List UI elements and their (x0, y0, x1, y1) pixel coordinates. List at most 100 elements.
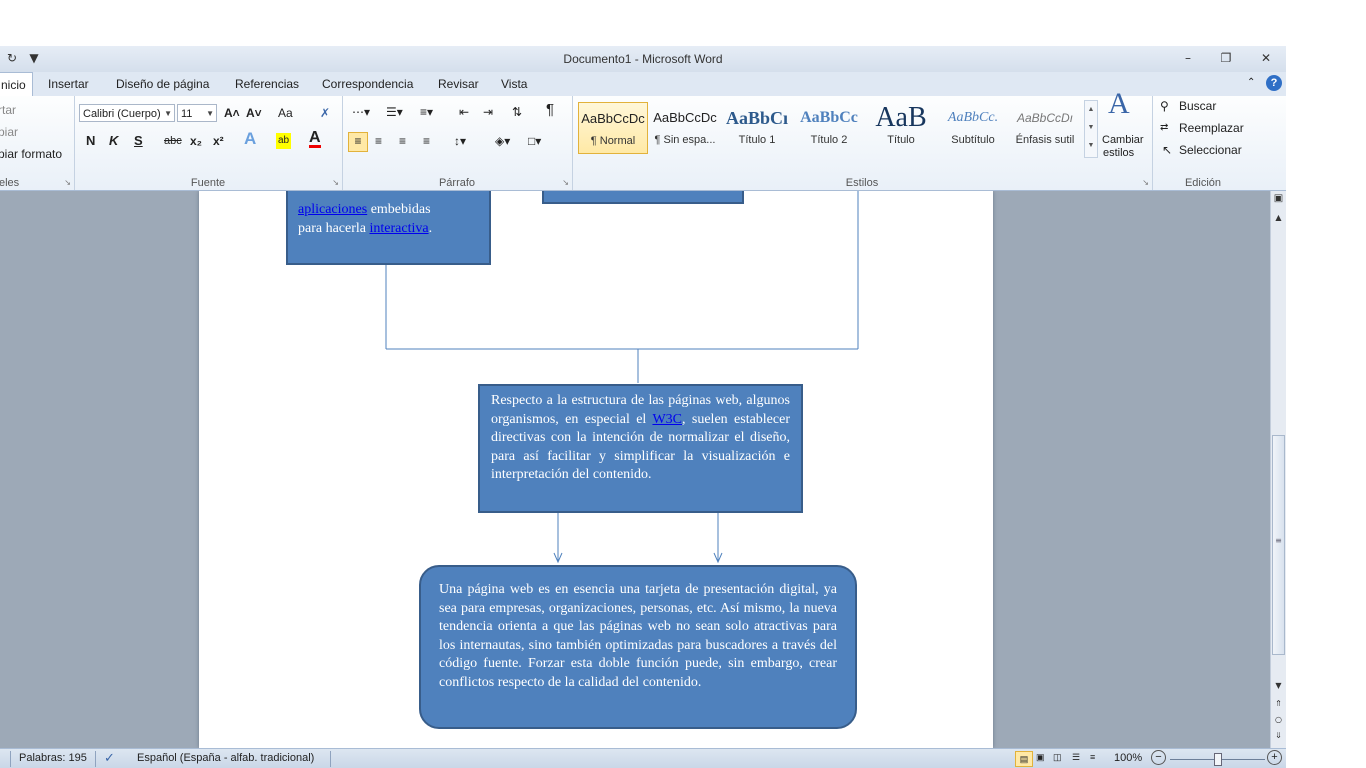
grow-font-button[interactable]: A˄ (224, 105, 240, 121)
scroll-up-icon[interactable]: ▲ (1271, 213, 1286, 222)
shading-icon[interactable]: ◈▾ (495, 133, 510, 149)
scroll-thumb[interactable]: ≡ (1272, 435, 1285, 655)
scroll-down-icon[interactable]: ▼ (1271, 681, 1286, 690)
browse-object-icon[interactable]: ○ (1271, 715, 1286, 724)
box1-period: . (428, 220, 433, 236)
select-icon[interactable]: ↖ (1162, 142, 1172, 158)
style-normal[interactable]: AaBbCcDc ¶ Normal (578, 102, 648, 154)
zoom-slider[interactable] (1170, 753, 1265, 766)
link-w3c[interactable]: W3C (652, 412, 682, 427)
style-sin-espaciado[interactable]: AaBbCcDc ¶ Sin espa... (650, 102, 720, 154)
find-icon[interactable]: ⚲ (1160, 98, 1169, 114)
replace-icon[interactable]: ⇄ (1160, 120, 1168, 136)
full-screen-reading-icon[interactable]: ▣ (1036, 752, 1045, 763)
italic-button[interactable]: K (109, 133, 118, 149)
next-page-icon[interactable]: ⇓ (1271, 731, 1286, 740)
select-button[interactable]: Seleccionar (1179, 142, 1242, 158)
help-icon[interactable]: ? (1266, 75, 1282, 91)
superscript-button[interactable]: x² (213, 133, 224, 149)
paragraph-dialog-icon[interactable]: ↘ (562, 178, 569, 187)
bullets-icon[interactable]: ⋯▾ (352, 104, 370, 120)
text-box-2[interactable]: Respecto a la estructura de las páginas … (478, 384, 803, 513)
tab-vista[interactable]: Vista (495, 72, 533, 96)
proofing-icon[interactable]: ✓ (104, 750, 115, 766)
justify-icon[interactable]: ≡ (423, 133, 430, 149)
multilevel-list-icon[interactable]: ≡▾ (420, 104, 433, 120)
shrink-font-button[interactable]: A˅ (246, 105, 262, 121)
tab-inicio[interactable]: nicio (0, 72, 33, 97)
box3-text: Una página web es en esencia una tarjeta… (439, 582, 837, 690)
document-area[interactable]: aplicaciones embebidas para hacerla inter… (0, 191, 1270, 748)
style-subtitulo[interactable]: AaBbCc. Subtítulo (938, 102, 1008, 154)
more-icon[interactable]: ▼ (1088, 142, 1095, 149)
tab-correspondencia[interactable]: Correspondencia (316, 72, 419, 96)
cut-button[interactable]: rtar (0, 102, 16, 118)
chevron-up-icon[interactable]: ▲ (1088, 106, 1095, 113)
strikethrough-button[interactable]: abc (164, 133, 182, 149)
change-case-button[interactable]: Aa (278, 105, 293, 121)
ruler-toggle-icon[interactable]: ▣ (1271, 193, 1286, 204)
font-dialog-icon[interactable]: ↘ (332, 178, 339, 187)
style-titulo[interactable]: AaB Título (866, 102, 936, 154)
styles-dialog-icon[interactable]: ↘ (1142, 178, 1149, 187)
style-titulo-1[interactable]: AaBbCı Título 1 (722, 102, 792, 154)
tab-diseno-pagina[interactable]: Diseño de página (110, 72, 215, 96)
minimize-button[interactable]: – (1176, 50, 1200, 66)
word-count[interactable]: Palabras: 195 (19, 752, 87, 764)
font-name-combo[interactable]: Calibri (Cuerpo) ▼ (79, 104, 175, 122)
increase-indent-icon[interactable]: ⇥ (483, 104, 493, 120)
web-layout-icon[interactable]: ◫ (1053, 752, 1062, 763)
zoom-in-icon[interactable]: + (1267, 750, 1282, 765)
style-titulo-2[interactable]: AaBbCc Título 2 (794, 102, 864, 154)
outline-icon[interactable]: ☰ (1072, 752, 1080, 763)
align-right-icon[interactable]: ≡ (399, 133, 406, 149)
zoom-level[interactable]: 100% (1114, 752, 1142, 764)
document-page[interactable]: aplicaciones embebidas para hacerla inter… (199, 191, 993, 748)
copy-button[interactable]: piar (0, 124, 18, 140)
underline-button[interactable]: S (134, 133, 143, 149)
vertical-scrollbar[interactable]: ▣ ▲ ≡ ▼ ⇑ ○ ⇓ (1270, 191, 1286, 748)
link-aplicaciones[interactable]: aplicaciones (298, 202, 367, 217)
line-spacing-icon[interactable]: ↕▾ (454, 133, 466, 149)
previous-page-icon[interactable]: ⇑ (1271, 699, 1286, 708)
close-button[interactable]: ✕ (1254, 50, 1278, 66)
text-box-1[interactable]: aplicaciones embebidas para hacerla inter… (286, 191, 491, 265)
find-button[interactable]: Buscar (1179, 98, 1216, 114)
clipboard-dialog-icon[interactable]: ↘ (64, 178, 71, 187)
numbering-icon[interactable]: ☰▾ (386, 104, 403, 120)
print-layout-icon[interactable]: ▤ (1015, 751, 1033, 767)
align-center-icon[interactable]: ≡ (375, 133, 382, 149)
format-painter-button[interactable]: piar formato (0, 146, 62, 162)
zoom-slider-thumb[interactable] (1213, 753, 1222, 766)
styles-gallery-scroll[interactable]: ▲ ▼ ▼ (1084, 100, 1098, 158)
highlight-color-icon[interactable]: ab (276, 133, 292, 149)
borders-icon[interactable]: □▾ (528, 133, 541, 149)
sort-icon[interactable]: ⇅ (512, 104, 522, 120)
style-enfasis-sutil[interactable]: AaBbCcDı Énfasis sutil (1010, 102, 1080, 154)
draft-icon[interactable]: ≡ (1090, 752, 1095, 762)
text-box-top-center[interactable] (542, 191, 744, 204)
replace-button[interactable]: Reemplazar (1179, 120, 1244, 136)
text-box-3[interactable]: Una página web es en esencia una tarjeta… (419, 565, 857, 729)
zoom-out-icon[interactable]: − (1151, 750, 1166, 765)
decrease-indent-icon[interactable]: ⇤ (459, 104, 469, 120)
link-interactiva[interactable]: interactiva (370, 221, 429, 236)
tab-insertar[interactable]: Insertar (42, 72, 95, 96)
change-styles-button-line2[interactable]: estilos (1103, 145, 1134, 161)
language-status[interactable]: Español (España - alfab. tradicional) (137, 752, 314, 764)
font-color-icon[interactable]: A (309, 130, 321, 148)
tab-referencias[interactable]: Referencias (229, 72, 305, 96)
text-effects-icon[interactable]: A (244, 130, 256, 147)
change-styles-icon[interactable]: A (1108, 89, 1130, 119)
show-formatting-button[interactable]: ¶ (546, 102, 554, 118)
restore-button[interactable]: ❐ (1214, 50, 1238, 66)
style-name: Título (887, 134, 915, 146)
subscript-button[interactable]: x₂ (190, 133, 202, 149)
clear-format-button[interactable]: ✗ (320, 105, 330, 121)
minimize-ribbon-icon[interactable]: ⌃ (1247, 77, 1255, 88)
chevron-down-icon[interactable]: ▼ (1088, 124, 1095, 131)
tab-revisar[interactable]: Revisar (432, 72, 485, 96)
font-size-combo[interactable]: 11 ▼ (177, 104, 217, 122)
align-left-icon[interactable]: ≡ (348, 132, 368, 152)
bold-button[interactable]: N (86, 133, 95, 149)
